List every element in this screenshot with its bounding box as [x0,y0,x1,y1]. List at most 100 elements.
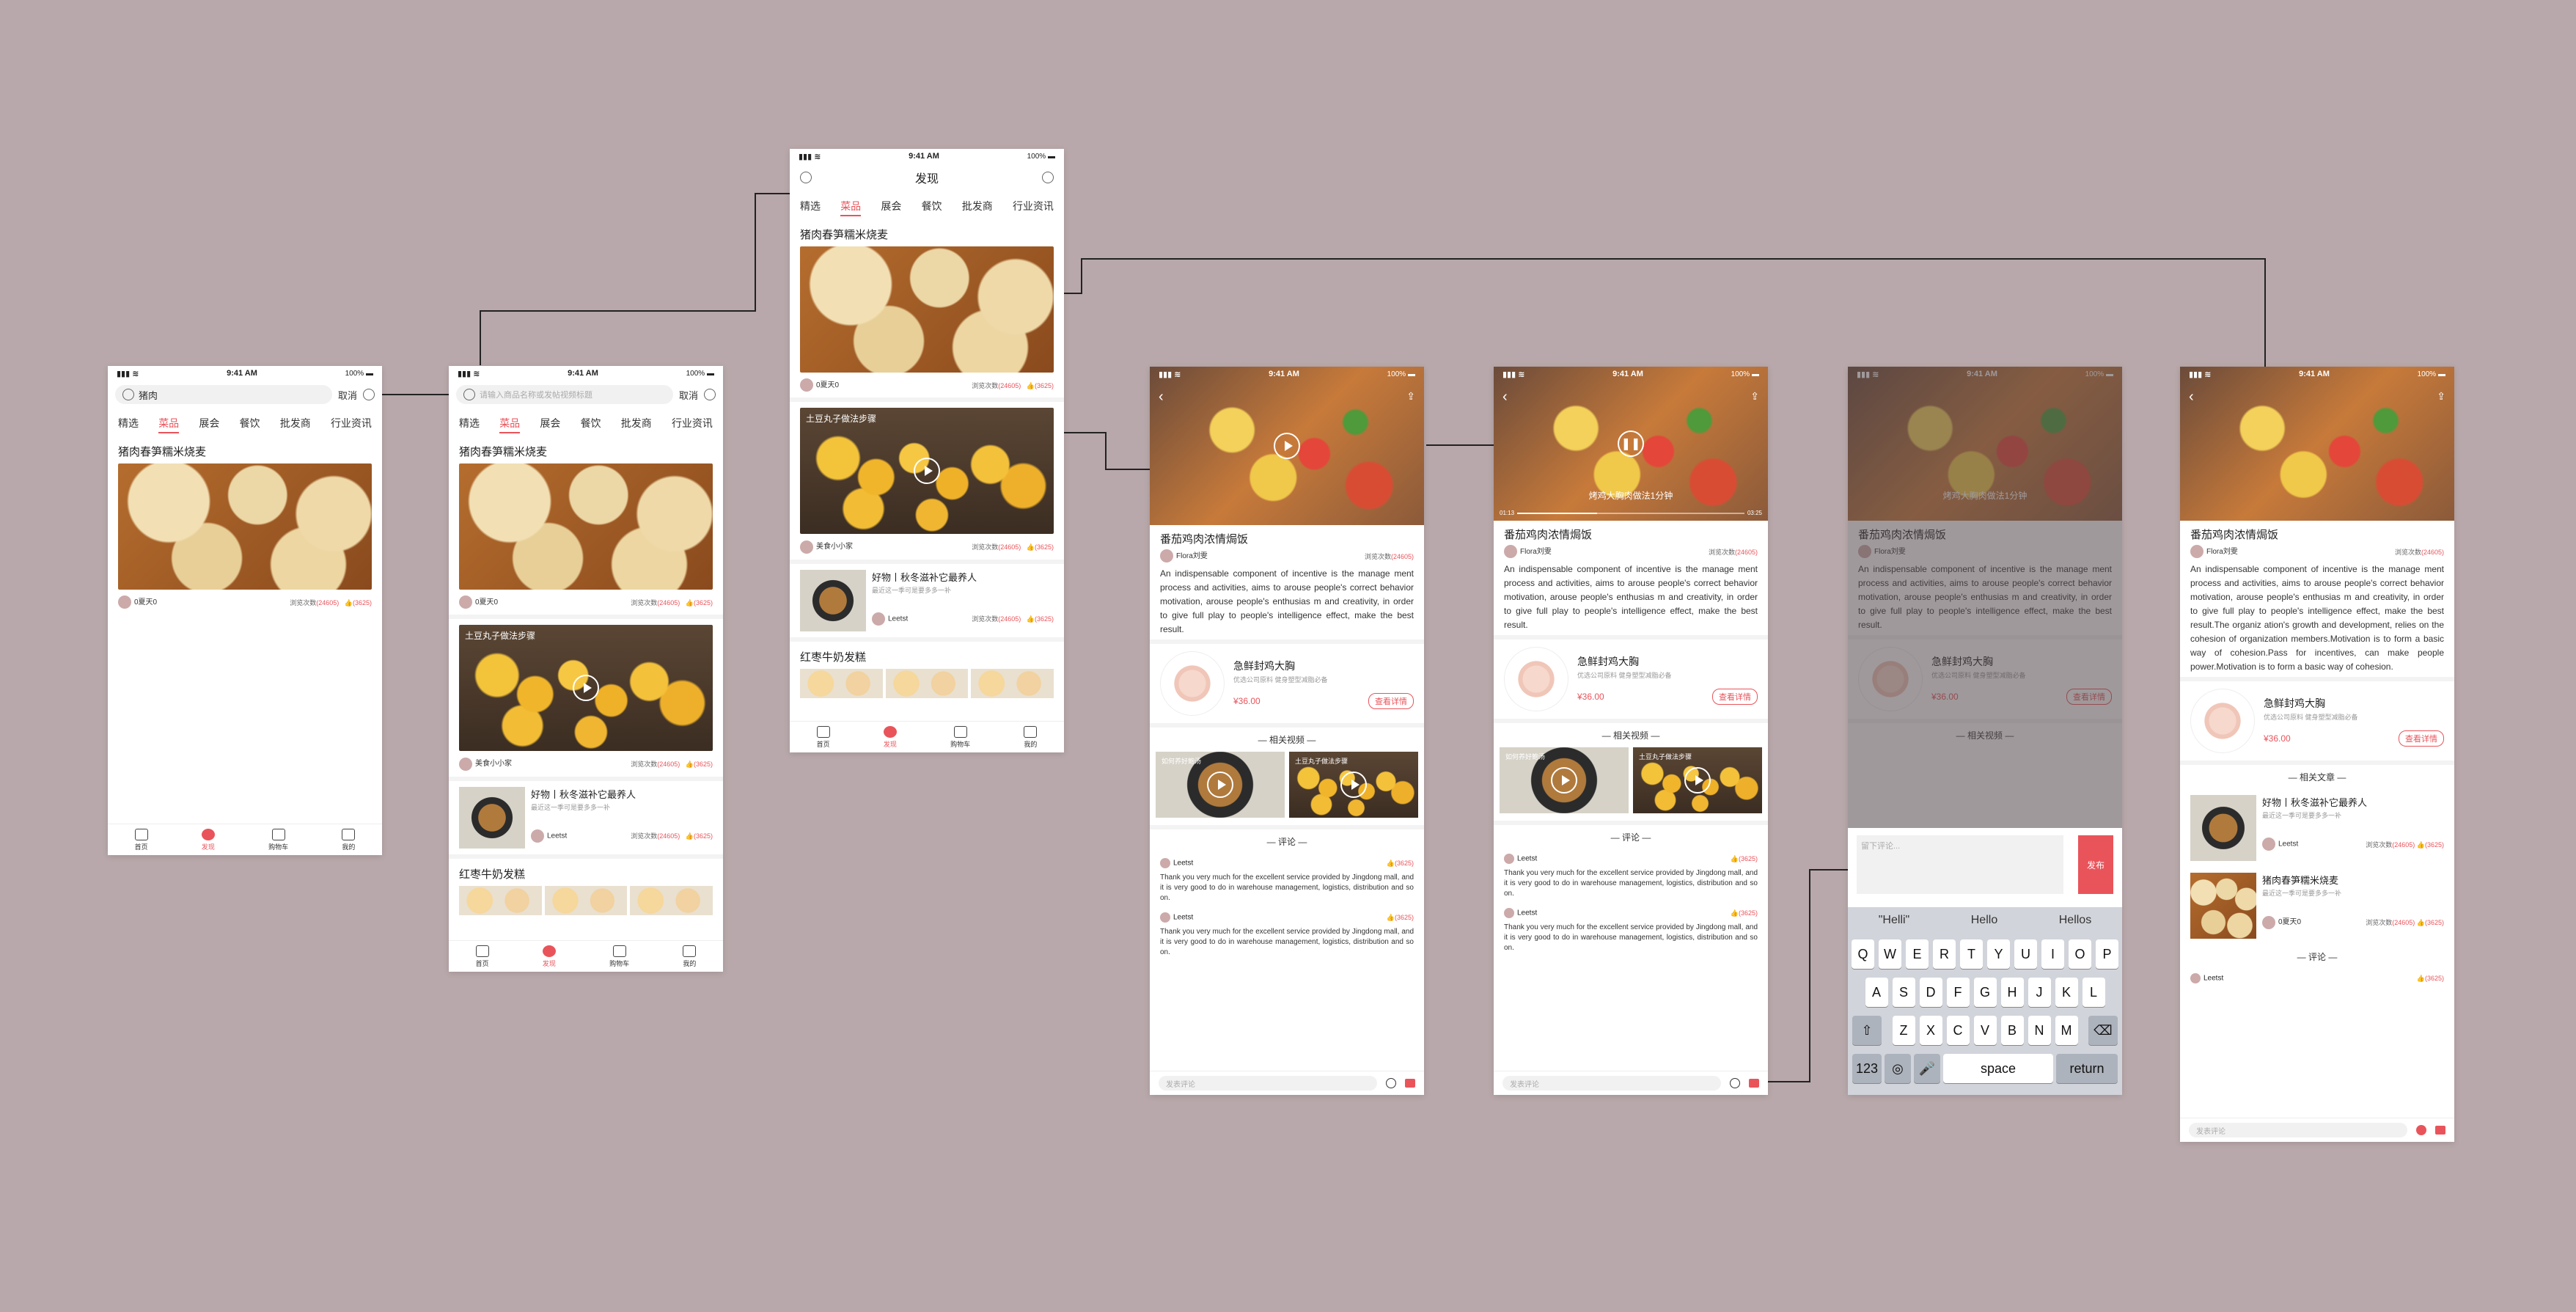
tab-discover[interactable]: 发现 [883,725,897,749]
tab-wholesale[interactable]: 批发商 [621,416,652,433]
author-name[interactable]: 美食小小家 [816,543,853,551]
key-v[interactable]: V [1973,1016,1997,1045]
globe-key[interactable]: ◎ [1885,1054,1911,1083]
play-icon[interactable] [1684,767,1711,794]
key-e[interactable]: E [1906,939,1929,969]
tab-mine[interactable]: 我的 [1024,725,1037,749]
cancel-button[interactable]: 取消 [679,388,698,402]
key-a[interactable]: A [1865,978,1888,1007]
gallery-image[interactable] [971,668,1054,698]
play-icon[interactable] [1274,433,1300,459]
tab-wholesale[interactable]: 批发商 [280,416,311,433]
key-q[interactable]: Q [1852,939,1874,969]
tab-expo[interactable]: 展会 [199,416,219,433]
share-icon[interactable]: ⇪ [1750,390,1759,403]
related-video[interactable]: 土豆丸子做法步骤 [1289,752,1418,818]
key-t[interactable]: T [1960,939,1983,969]
play-icon[interactable] [1207,772,1233,799]
tab-discover[interactable]: 发现 [542,945,556,968]
author-name[interactable]: Leetst [547,832,567,840]
like-icon[interactable]: 👍 [345,599,353,606]
product-card[interactable]: 急鲜封鸡大胸 优选公司原料 健身塑型减脂必备 ¥36.00 查看详情 [1150,639,1424,728]
tab-cart[interactable]: 购物车 [950,725,970,749]
avatar[interactable] [2262,838,2275,851]
message-icon[interactable] [1041,172,1054,183]
author-name[interactable]: Flora刘雯 [1520,548,1552,556]
key-r[interactable]: R [1933,939,1956,969]
avatar[interactable] [1504,545,1517,559]
post-image[interactable] [800,246,1054,373]
like-icon[interactable]: 👍 [1387,914,1395,921]
tab-featured[interactable]: 精选 [800,199,821,216]
tab-featured[interactable]: 精选 [459,416,480,433]
pause-icon[interactable]: ❚❚ [1618,430,1644,457]
video-player[interactable]: ▮▮▮ ≋ 9:41 AM 100% ▬ ‹ ⇪ [1150,367,1424,525]
key-d[interactable]: D [1919,978,1942,1007]
author-name[interactable]: 0夏天0 [816,381,839,389]
gallery-image[interactable] [544,885,628,915]
gallery-image[interactable] [800,668,883,698]
avatar[interactable] [2190,545,2203,559]
product-card[interactable]: 急鲜封鸡大胸 优选公司原料 健身塑型减脂必备 ¥36.00 查看详情 [2180,677,2454,766]
avatar[interactable] [459,595,472,609]
avatar[interactable] [531,829,544,843]
suggestion[interactable]: Hello [1971,914,1997,927]
avatar[interactable] [459,757,472,771]
tab-mine[interactable]: 我的 [683,945,696,968]
backspace-key[interactable]: ⌫ [2088,1016,2118,1045]
related-video[interactable]: 如何养好鲍汤 [1156,752,1285,818]
video-thumbnail[interactable]: 土豆丸子做法步骤 [459,625,713,752]
space-key[interactable]: space [1943,1054,2053,1083]
post-title[interactable]: 猪肉春笋糯米烧麦 [449,441,723,463]
video-player[interactable]: ▮▮▮ ≋ 9:41 AM 100% ▬ ‹ ⇪ ❚❚ 烤鸡大胸肉做法1分钟 01:… [1494,367,1768,521]
like-icon[interactable]: 👍 [2417,841,2425,849]
tab-dining[interactable]: 餐饮 [240,416,260,433]
avatar[interactable] [800,540,813,554]
tab-expo[interactable]: 展会 [540,416,560,433]
tab-home[interactable]: 首页 [134,828,148,851]
post-title[interactable]: 红枣牛奶发糕 [449,859,723,886]
avatar[interactable] [1504,908,1514,919]
avatar[interactable] [872,612,885,626]
avatar[interactable] [1504,854,1514,865]
progress-bar[interactable]: 01:13 03:25 [1500,510,1762,516]
like-icon[interactable]: 👍 [2417,975,2425,982]
post-image[interactable] [459,463,713,590]
key-j[interactable]: J [2028,978,2051,1007]
post-image[interactable] [118,463,372,590]
comment-input[interactable]: 发表评论 [1502,1076,1721,1091]
key-i[interactable]: I [2041,939,2064,969]
gallery-image[interactable] [630,885,713,915]
favorite-icon[interactable] [1730,1078,1740,1088]
post-title[interactable]: 猪肉春笋糯米烧麦 [790,224,1064,246]
like-icon[interactable] [1749,1079,1759,1088]
comment-textarea[interactable]: 留下评论... [1857,835,2063,894]
like-icon[interactable]: 👍 [686,761,694,768]
avatar[interactable] [800,378,813,392]
avatar[interactable] [2262,915,2275,929]
shift-key[interactable]: ⇧ [1852,1016,1882,1045]
key-n[interactable]: N [2028,1016,2051,1045]
like-icon[interactable]: 👍 [1027,543,1035,551]
cancel-button[interactable]: 取消 [338,388,357,402]
tab-news[interactable]: 行业资讯 [1013,199,1054,216]
product-card[interactable]: 急鲜封鸡大胸 优选公司原料 健身塑型减脂必备 ¥36.00 查看详情 [1494,635,1768,724]
author-name[interactable]: 0夏天0 [2278,918,2301,926]
key-h[interactable]: H [2000,978,2024,1007]
key-u[interactable]: U [2014,939,2037,969]
avatar[interactable] [1160,549,1173,563]
gallery-image[interactable] [885,668,969,698]
post-title[interactable]: 红枣牛奶发糕 [790,642,1064,669]
author-name[interactable]: Leetst [888,615,908,623]
suggestion[interactable]: Hellos [2059,914,2091,927]
play-icon[interactable] [1551,767,1577,794]
back-icon[interactable]: ‹ [1502,389,1508,406]
numbers-key[interactable]: 123 [1852,1054,1882,1083]
key-y[interactable]: Y [1987,939,2010,969]
search-input[interactable]: 请输入商品名称或发帖视频标题 [456,385,673,404]
like-icon[interactable]: 👍 [686,832,694,840]
related-video[interactable]: 土豆丸子做法步骤 [1633,747,1762,814]
like-icon[interactable]: 👍 [1731,855,1739,862]
comment-input[interactable]: 发表评论 [1159,1076,1377,1091]
like-icon[interactable]: 👍 [686,599,694,606]
